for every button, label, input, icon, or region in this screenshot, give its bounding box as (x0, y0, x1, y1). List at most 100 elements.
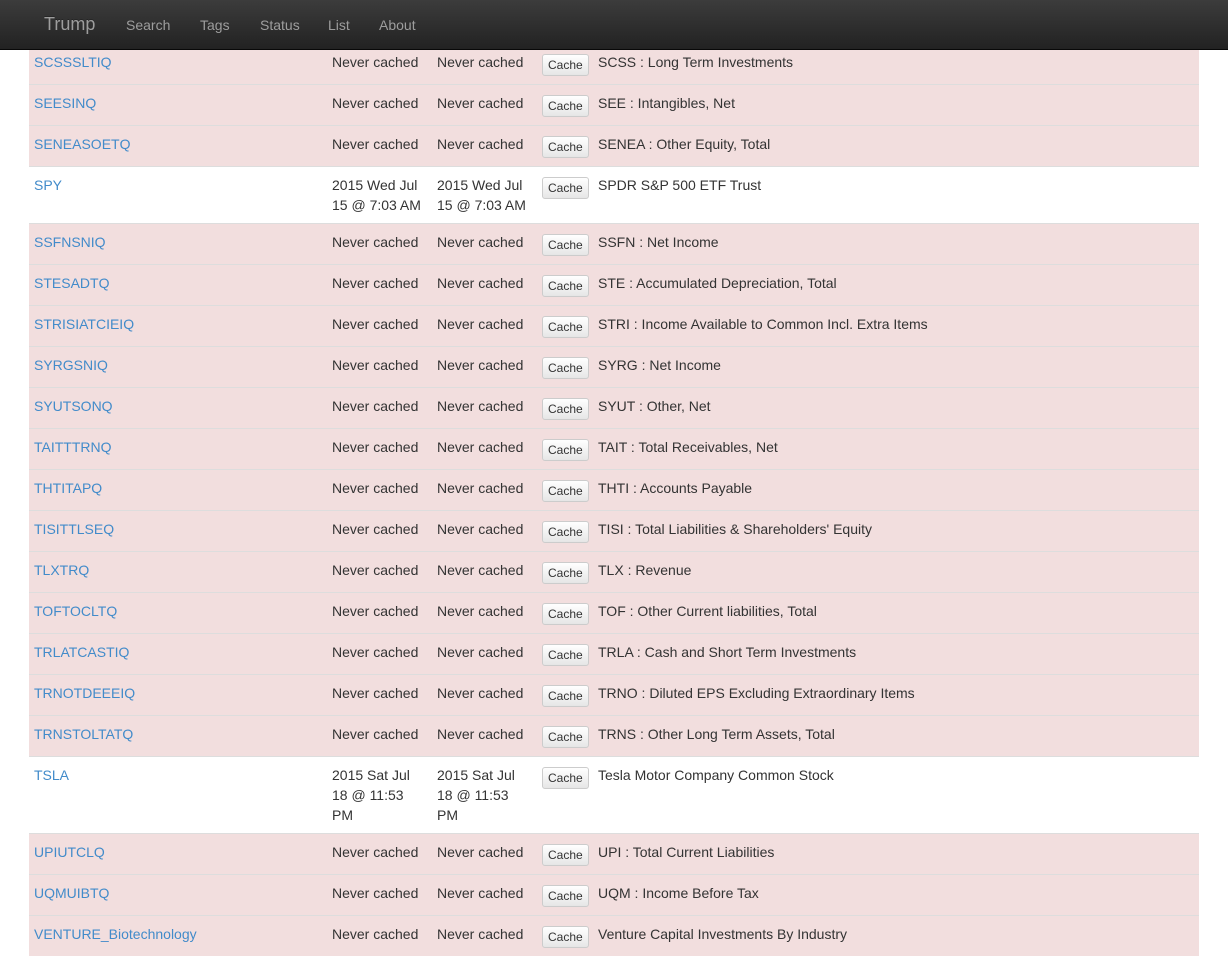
symbol-link[interactable]: STRISIATCIEIQ (34, 316, 134, 332)
symbol-cell: UPIUTCLQ (29, 834, 327, 875)
symbol-cell: TLXTRQ (29, 552, 327, 593)
action-cell: Cache (537, 716, 593, 757)
action-cell: Cache (537, 306, 593, 347)
cache-button[interactable]: Cache (542, 316, 589, 338)
description-cell: SPDR S&P 500 ETF Trust (593, 167, 1199, 224)
symbol-link[interactable]: UQMUIBTQ (34, 885, 109, 901)
symbol-cell: TRNSTOLTATQ (29, 716, 327, 757)
table-row: SPY2015 Wed Jul 15 @ 7:03 AM2015 Wed Jul… (29, 167, 1199, 224)
cache-button[interactable]: Cache (542, 603, 589, 625)
symbol-link[interactable]: TRNSTOLTATQ (34, 726, 133, 742)
cache-button[interactable]: Cache (542, 275, 589, 297)
nav-link-list[interactable]: List (328, 15, 350, 35)
cached-date-cell: Never cached (327, 388, 432, 429)
symbol-link[interactable]: SENEASOETQ (34, 136, 130, 152)
action-cell: Cache (537, 834, 593, 875)
symbol-link[interactable]: SSFNSNIQ (34, 234, 106, 250)
action-cell: Cache (537, 347, 593, 388)
cached-date-cell: Never cached (327, 85, 432, 126)
symbol-link[interactable]: SCSSSLTIQ (34, 54, 112, 70)
symbol-link[interactable]: TISITTLSEQ (34, 521, 114, 537)
table-row: TRLATCASTIQNever cachedNever cachedCache… (29, 634, 1199, 675)
cached-date-cell: 2015 Wed Jul 15 @ 7:03 AM (327, 167, 432, 224)
symbols-table: SCSSSLTIQNever cachedNever cachedCacheSC… (29, 43, 1199, 956)
symbol-link[interactable]: SYRGSNIQ (34, 357, 108, 373)
table-row: SYUTSONQNever cachedNever cachedCacheSYU… (29, 388, 1199, 429)
symbol-link[interactable]: TRNOTDEEEIQ (34, 685, 135, 701)
symbol-link[interactable]: TSLA (34, 767, 69, 783)
cache-button[interactable]: Cache (542, 357, 589, 379)
action-cell: Cache (537, 167, 593, 224)
symbol-cell: TAITTTRNQ (29, 429, 327, 470)
nav-link-about[interactable]: About (379, 15, 416, 35)
symbols-table-container: SCSSSLTIQNever cachedNever cachedCacheSC… (29, 43, 1199, 956)
action-cell: Cache (537, 265, 593, 306)
description-cell: TLX : Revenue (593, 552, 1199, 593)
cache-button[interactable]: Cache (542, 398, 589, 420)
cache-button[interactable]: Cache (542, 234, 589, 256)
symbol-link[interactable]: TOFTOCLTQ (34, 603, 117, 619)
updated-date-cell: Never cached (432, 634, 537, 675)
symbol-link[interactable]: TLXTRQ (34, 562, 89, 578)
cache-button[interactable]: Cache (542, 480, 589, 502)
cache-button[interactable]: Cache (542, 95, 589, 117)
cache-button[interactable]: Cache (542, 177, 589, 199)
cache-button[interactable]: Cache (542, 562, 589, 584)
cached-date-cell: Never cached (327, 429, 432, 470)
symbol-link[interactable]: TAITTTRNQ (34, 439, 112, 455)
cache-button[interactable]: Cache (542, 767, 589, 789)
cache-button[interactable]: Cache (542, 726, 589, 748)
table-row: STRISIATCIEIQNever cachedNever cachedCac… (29, 306, 1199, 347)
symbol-link[interactable]: SEESINQ (34, 95, 96, 111)
table-row: SEESINQNever cachedNever cachedCacheSEE … (29, 85, 1199, 126)
action-cell: Cache (537, 552, 593, 593)
cached-date-cell: Never cached (327, 593, 432, 634)
symbol-cell: UQMUIBTQ (29, 875, 327, 916)
action-cell: Cache (537, 511, 593, 552)
cache-button[interactable]: Cache (542, 685, 589, 707)
description-cell: SSFN : Net Income (593, 224, 1199, 265)
updated-date-cell: Never cached (432, 429, 537, 470)
symbol-link[interactable]: VENTURE_Biotechnology (34, 926, 197, 942)
cached-date-cell: 2015 Sat Jul 18 @ 11:53 PM (327, 757, 432, 834)
table-row: UQMUIBTQNever cachedNever cachedCacheUQM… (29, 875, 1199, 916)
table-row: TRNSTOLTATQNever cachedNever cachedCache… (29, 716, 1199, 757)
cache-button[interactable]: Cache (542, 54, 589, 76)
table-row: UPIUTCLQNever cachedNever cachedCacheUPI… (29, 834, 1199, 875)
symbol-link[interactable]: UPIUTCLQ (34, 844, 105, 860)
description-cell: TRNO : Diluted EPS Excluding Extraordina… (593, 675, 1199, 716)
updated-date-cell: Never cached (432, 388, 537, 429)
symbol-cell: THTITAPQ (29, 470, 327, 511)
cache-button[interactable]: Cache (542, 439, 589, 461)
updated-date-cell: Never cached (432, 675, 537, 716)
cache-button[interactable]: Cache (542, 136, 589, 158)
symbol-link[interactable]: THTITAPQ (34, 480, 102, 496)
description-cell: Venture Capital Investments By Industry (593, 916, 1199, 956)
symbol-link[interactable]: SYUTSONQ (34, 398, 113, 414)
nav-link-status[interactable]: Status (260, 15, 300, 35)
updated-date-cell: Never cached (432, 126, 537, 167)
symbol-link[interactable]: TRLATCASTIQ (34, 644, 129, 660)
table-row: TLXTRQNever cachedNever cachedCacheTLX :… (29, 552, 1199, 593)
symbol-cell: TRLATCASTIQ (29, 634, 327, 675)
brand-link[interactable]: Trump (44, 12, 95, 36)
action-cell: Cache (537, 675, 593, 716)
cached-date-cell: Never cached (327, 224, 432, 265)
description-cell: THTI : Accounts Payable (593, 470, 1199, 511)
action-cell: Cache (537, 916, 593, 956)
nav-link-search[interactable]: Search (126, 15, 170, 35)
updated-date-cell: Never cached (432, 916, 537, 956)
symbol-cell: TRNOTDEEEIQ (29, 675, 327, 716)
symbol-cell: SSFNSNIQ (29, 224, 327, 265)
cache-button[interactable]: Cache (542, 926, 589, 948)
top-navbar: Trump Search Tags Status List About (0, 0, 1228, 50)
table-row: STESADTQNever cachedNever cachedCacheSTE… (29, 265, 1199, 306)
cache-button[interactable]: Cache (542, 521, 589, 543)
nav-link-tags[interactable]: Tags (200, 15, 230, 35)
cache-button[interactable]: Cache (542, 844, 589, 866)
symbol-link[interactable]: SPY (34, 177, 62, 193)
description-cell: TRNS : Other Long Term Assets, Total (593, 716, 1199, 757)
cache-button[interactable]: Cache (542, 644, 589, 666)
symbol-link[interactable]: STESADTQ (34, 275, 109, 291)
cache-button[interactable]: Cache (542, 885, 589, 907)
